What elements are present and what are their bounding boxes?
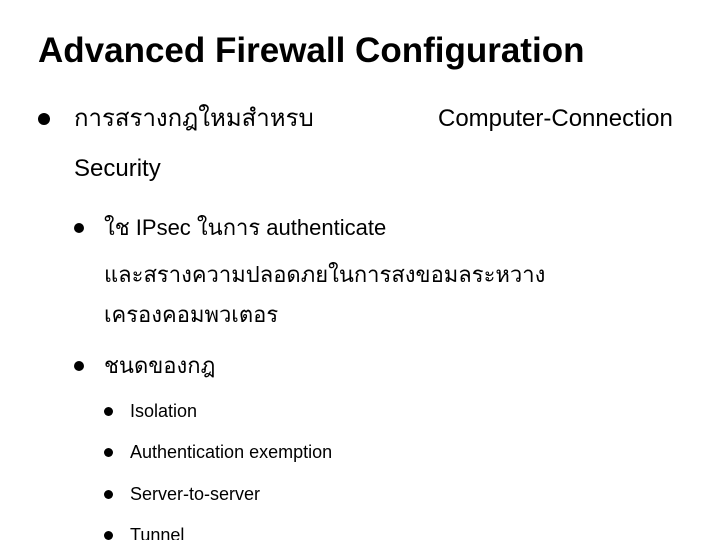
slide: Advanced Firewall Configuration การสรางก… bbox=[0, 0, 720, 540]
bullet-level1-continuation: Security bbox=[38, 149, 682, 190]
bullet-list: การสรางกฎใหมสำหรบ Computer-Connection Se… bbox=[38, 99, 682, 540]
bullet-level3: Tunnel bbox=[104, 515, 682, 540]
bullet-level3: Authentication exemption bbox=[104, 432, 682, 473]
bullet-level1: การสรางกฎใหมสำหรบ Computer-Connection bbox=[38, 99, 682, 140]
bullet-text-left: การสรางกฎใหมสำหรบ bbox=[74, 105, 314, 132]
bullet-level2: ใช IPsec ในการ authenticate bbox=[74, 208, 682, 249]
bullet-text-right: Computer-Connection bbox=[438, 99, 673, 140]
bullet-level2-continuation: เครองคอมพวเตอร bbox=[74, 295, 682, 336]
bullet-level3: Isolation bbox=[104, 391, 682, 432]
slide-title: Advanced Firewall Configuration bbox=[38, 32, 682, 71]
bullet-level2: ชนดของกฎ bbox=[74, 346, 682, 387]
bullet-level3: Server-to-server bbox=[104, 474, 682, 515]
bullet-level2-continuation: และสรางความปลอดภยในการสงขอมลระหวาง bbox=[74, 255, 682, 296]
